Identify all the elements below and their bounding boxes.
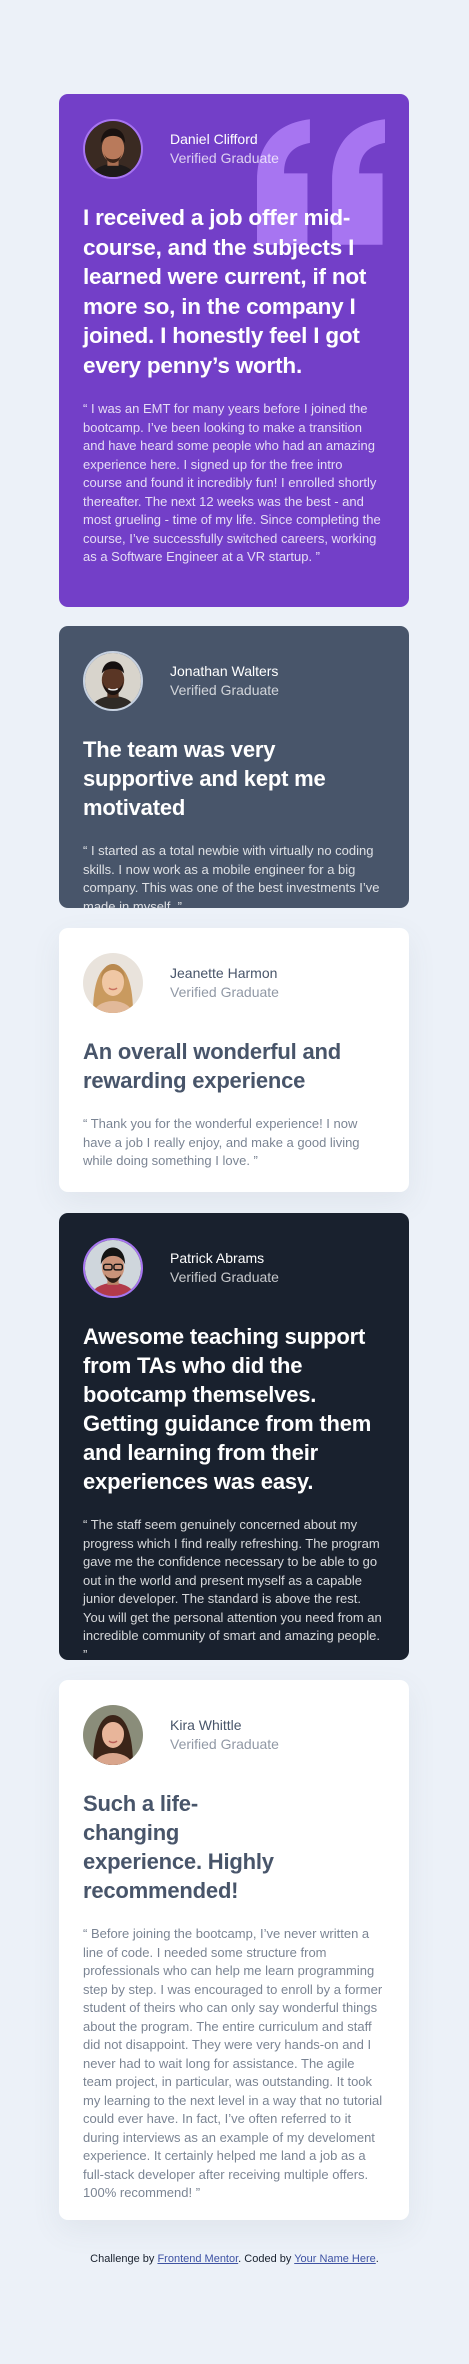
attribution-suffix: . xyxy=(375,2253,379,2265)
avatar-kira-icon xyxy=(83,1705,143,1765)
profile: Daniel Clifford Verified Graduate xyxy=(83,119,385,179)
author-role: Verified Graduate xyxy=(170,1736,279,1752)
testimonial-body: “ I started as a total newbie with virtu… xyxy=(83,843,380,908)
testimonial-card-jeanette: Jeanette Harmon Verified Graduate An ove… xyxy=(59,928,409,1192)
author-role: Verified Graduate xyxy=(170,984,279,1000)
author-name: Patrick Abrams xyxy=(170,1250,265,1266)
avatar-daniel-icon xyxy=(85,121,141,177)
avatar xyxy=(83,953,143,1013)
attribution-prefix: Challenge by xyxy=(90,2253,158,2265)
testimonial-card-jonathan: Jonathan Walters Verified Graduate The t… xyxy=(59,626,409,908)
author-role: Verified Graduate xyxy=(170,1269,279,1285)
profile: Jeanette Harmon Verified Graduate xyxy=(83,953,385,1013)
author-name: Kira Whittle xyxy=(170,1717,242,1733)
avatar-patrick-icon xyxy=(85,1240,141,1296)
testimonial-headline: The team was very supportive and kept me… xyxy=(83,737,326,820)
attribution-middle: . Coded by xyxy=(238,2253,295,2265)
testimonial-headline: Awesome teaching support from TAs who di… xyxy=(83,1324,372,1494)
testimonial-card-patrick: Patrick Abrams Verified Graduate Awesome… xyxy=(59,1213,409,1660)
author-link[interactable]: Your Name Here xyxy=(294,2253,376,2265)
testimonial-headline: I received a job offer mid-course, and t… xyxy=(83,205,367,378)
author-role: Verified Graduate xyxy=(170,682,279,698)
author-name: Daniel Clifford xyxy=(170,131,258,147)
testimonial-body: “ Thank you for the wonderful experience… xyxy=(83,1116,360,1168)
attribution: Challenge by Frontend Mentor. Coded by Y… xyxy=(0,2253,469,2265)
avatar-jeanette-icon xyxy=(83,953,143,1013)
testimonial-card-kira: Kira Whittle Verified Graduate Such a li… xyxy=(59,1680,409,2220)
avatar xyxy=(83,1705,143,1765)
testimonial-body: “ Before joining the bootcamp, I’ve neve… xyxy=(83,1926,383,2200)
testimonial-body: “ I was an EMT for many years before I j… xyxy=(83,401,381,564)
author-name: Jeanette Harmon xyxy=(170,965,278,981)
author-role: Verified Graduate xyxy=(170,150,279,166)
profile: Patrick Abrams Verified Graduate xyxy=(83,1238,385,1298)
testimonial-body: “ The staff seem genuinely concerned abo… xyxy=(83,1517,382,1660)
avatar xyxy=(83,1238,143,1298)
avatar xyxy=(83,119,143,179)
profile: Kira Whittle Verified Graduate xyxy=(83,1705,385,1765)
testimonial-headline: An overall wonderful and rewarding exper… xyxy=(83,1039,342,1093)
profile: Jonathan Walters Verified Graduate xyxy=(83,651,385,711)
avatar-jonathan-icon xyxy=(85,653,141,709)
testimonial-headline: Such a life-changing experience. Highly … xyxy=(83,1791,274,1903)
frontend-mentor-link[interactable]: Frontend Mentor xyxy=(157,2253,238,2265)
author-name: Jonathan Walters xyxy=(170,663,279,679)
avatar xyxy=(83,651,143,711)
testimonial-card-daniel: Daniel Clifford Verified Graduate I rece… xyxy=(59,94,409,607)
